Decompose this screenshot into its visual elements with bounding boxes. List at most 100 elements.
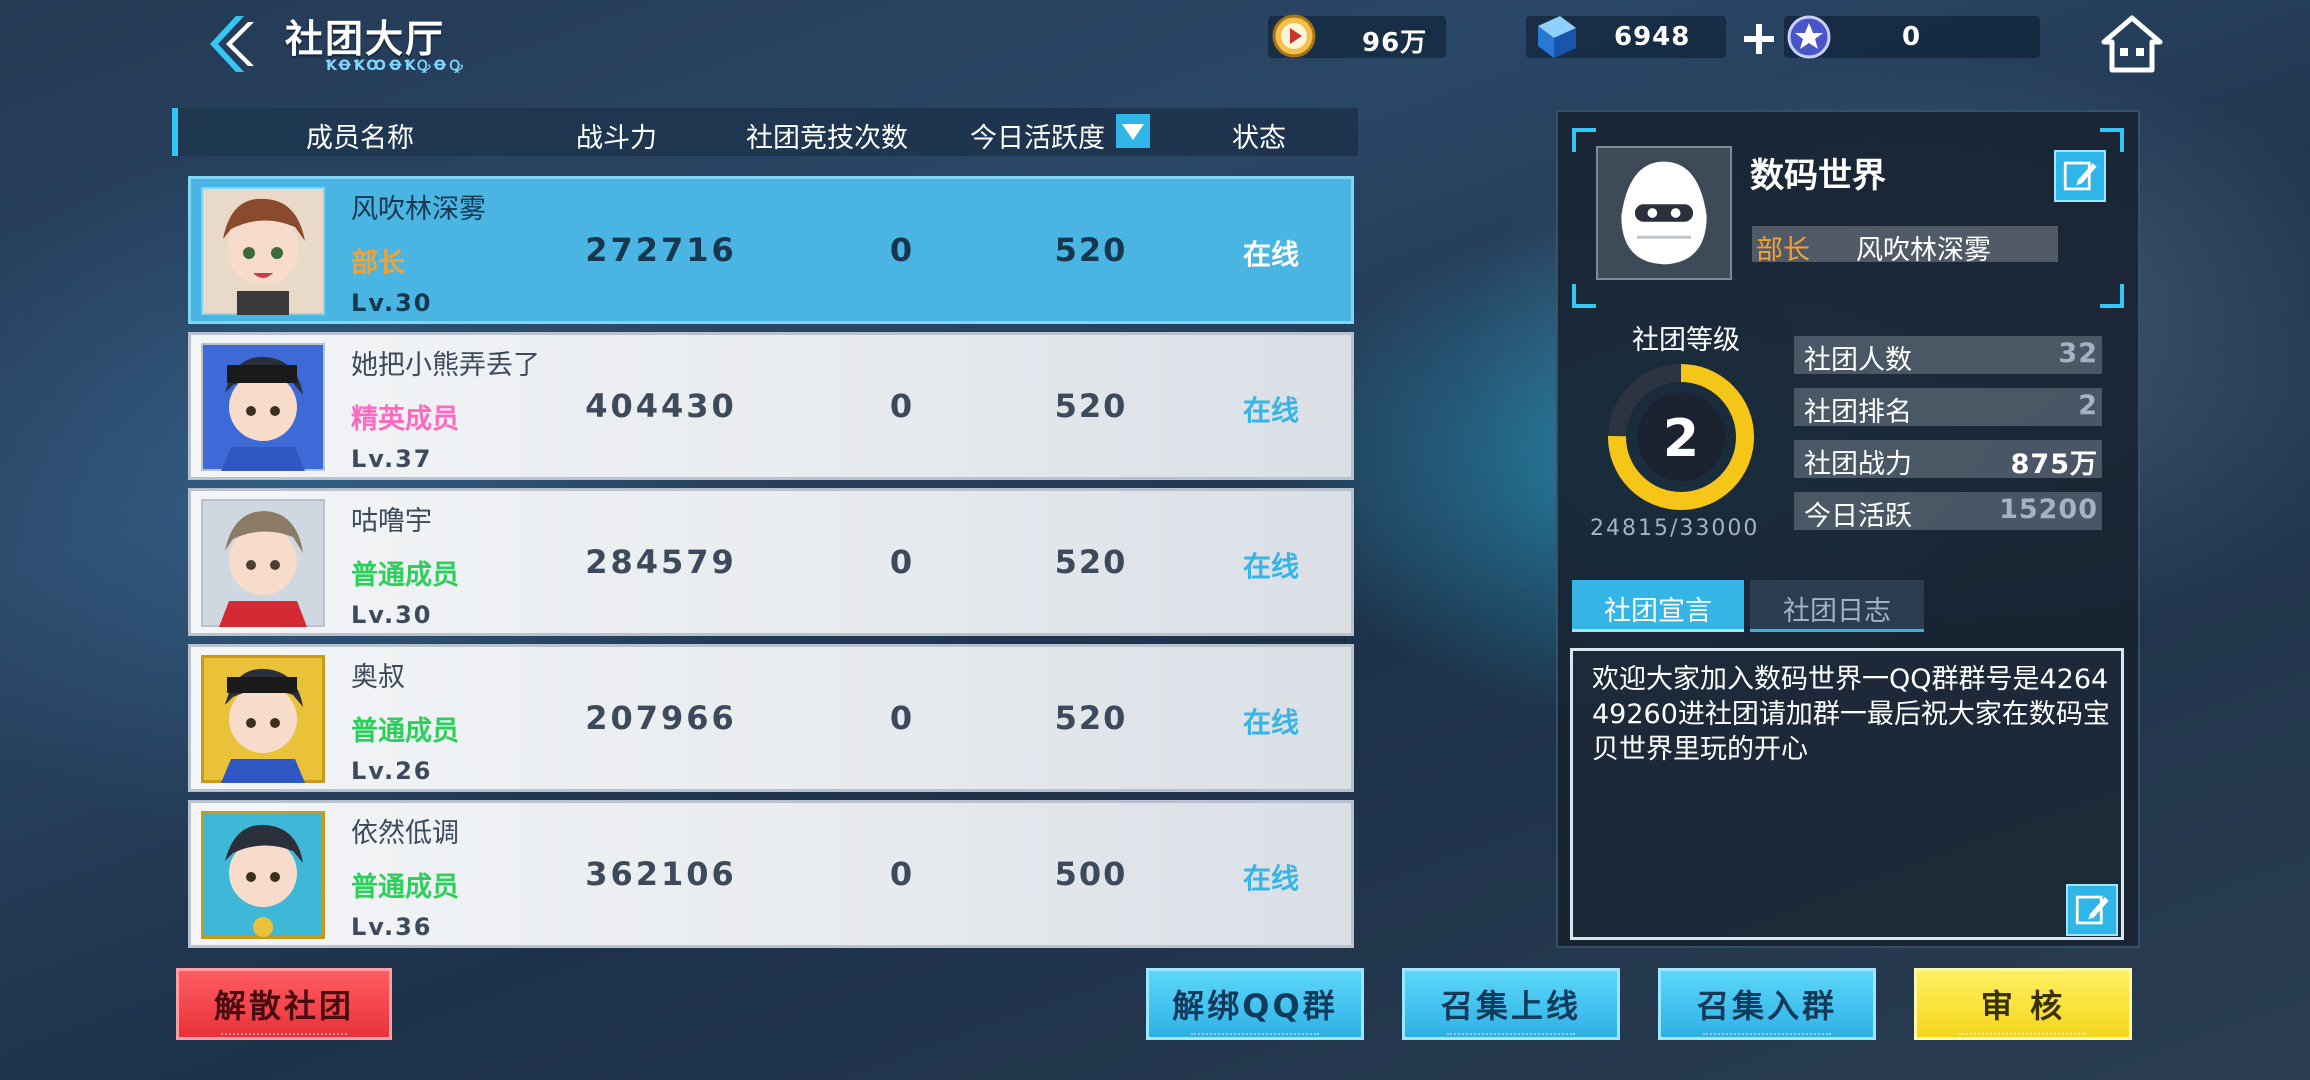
column-header-competitions: 社团竞技次数: [746, 123, 908, 154]
frame-corner: [1572, 284, 1596, 308]
member-avatar: [201, 499, 325, 627]
member-name: 依然低调: [351, 818, 459, 849]
button-decoration: [1447, 1033, 1575, 1041]
member-role: 精英成员: [351, 404, 459, 435]
member-level: Lv.36: [351, 913, 433, 941]
member-level: Lv.37: [351, 445, 433, 473]
member-table-header: 成员名称 战斗力 社团竞技次数 今日活跃度 状态: [172, 108, 1358, 156]
member-row[interactable]: 咕噜宇 普通成员 Lv.30 284579 0 520 在线: [188, 488, 1354, 636]
member-competitions: 0: [889, 231, 913, 269]
member-power: 272716: [585, 231, 737, 269]
stat-value-activity: 15200: [1999, 494, 2098, 525]
club-name: 数码世界: [1750, 156, 1886, 196]
member-power: 362106: [585, 855, 737, 893]
column-header-name: 成员名称: [306, 123, 414, 154]
tab-declaration[interactable]: 社团宣言: [1572, 580, 1744, 632]
member-competitions: 0: [889, 387, 913, 425]
member-power: 284579: [585, 543, 737, 581]
member-power: 404430: [585, 387, 737, 425]
member-status: 在线: [1242, 238, 1299, 271]
stat-label-power: 社团战力: [1804, 449, 1912, 480]
page-subtitle: ꝀꝊꝀꝎꝊꝀꝘꝊꝘ: [326, 58, 466, 74]
stat-label-rank: 社团排名: [1804, 397, 1912, 428]
member-row[interactable]: 风吹林深雾 部长 Lv.30 272716 0 520 在线: [188, 176, 1354, 324]
member-activity: 520: [1054, 699, 1128, 737]
member-name: 她把小熊弄丢了: [351, 350, 540, 381]
coin-icon: [1272, 14, 1316, 58]
disband-club-label: 解散社团: [213, 987, 354, 1025]
button-decoration: [221, 1033, 347, 1041]
member-row[interactable]: 依然低调 普通成员 Lv.36 362106 0 500 在线: [188, 800, 1354, 948]
member-power: 207966: [585, 699, 737, 737]
back-arrow-icon[interactable]: [196, 12, 260, 76]
summon-online-button[interactable]: 召集上线: [1402, 968, 1620, 1040]
leader-label: 部长: [1756, 235, 1810, 266]
plus-icon[interactable]: [1742, 22, 1776, 56]
member-avatar: [201, 187, 325, 315]
member-status: 在线: [1242, 394, 1299, 427]
home-icon[interactable]: [2100, 14, 2164, 74]
page-title: 社团大厅: [285, 17, 446, 61]
gem-value: 6948: [1614, 22, 1691, 52]
edit-icon[interactable]: [2066, 884, 2118, 936]
button-decoration: [1703, 1033, 1831, 1041]
member-avatar: [201, 811, 325, 939]
unbind-qq-label: 解绑QQ群: [1172, 987, 1338, 1025]
member-avatar: [201, 343, 325, 471]
stat-label-activity: 今日活跃: [1804, 501, 1912, 532]
member-level: Lv.30: [351, 601, 433, 629]
member-row[interactable]: 奥叔 普通成员 Lv.26 207966 0 520 在线: [188, 644, 1354, 792]
leader-name: 风吹林深雾: [1856, 235, 1991, 266]
member-competitions: 0: [889, 855, 913, 893]
club-level-value: 2: [1663, 409, 1699, 469]
member-competitions: 0: [889, 543, 913, 581]
member-avatar: [201, 655, 325, 783]
summon-online-label: 召集上线: [1440, 987, 1581, 1025]
star-value: 0: [1902, 22, 1922, 52]
frame-corner: [1572, 128, 1596, 152]
member-row[interactable]: 她把小熊弄丢了 精英成员 Lv.37 404430 0 520 在线: [188, 332, 1354, 480]
frame-corner: [2100, 284, 2124, 308]
member-name: 奥叔: [351, 662, 405, 693]
member-role: 普通成员: [351, 560, 459, 591]
club-level-ring: 2: [1608, 364, 1754, 510]
member-status: 在线: [1242, 706, 1299, 739]
stat-value-rank: 2: [2078, 390, 2098, 421]
member-activity: 500: [1054, 855, 1128, 893]
member-level: Lv.26: [351, 757, 433, 785]
member-level: Lv.30: [351, 289, 433, 317]
column-header-power: 战斗力: [576, 123, 657, 154]
gem-cube-icon: [1538, 16, 1576, 58]
button-decoration: [1191, 1033, 1319, 1041]
member-activity: 520: [1054, 387, 1128, 425]
club-level-label: 社团等级: [1632, 325, 1740, 356]
frame-corner: [2100, 128, 2124, 152]
summon-group-label: 召集入群: [1696, 987, 1837, 1025]
summon-group-button[interactable]: 召集入群: [1658, 968, 1876, 1040]
stat-value-power: 875万: [2010, 449, 2098, 480]
unbind-qq-button[interactable]: 解绑QQ群: [1146, 968, 1364, 1040]
disband-club-button[interactable]: 解散社团: [176, 968, 392, 1040]
column-header-status: 状态: [1232, 123, 1286, 154]
button-decoration: [1959, 1033, 2087, 1041]
member-status: 在线: [1242, 862, 1299, 895]
coin-value: 96万: [1362, 28, 1428, 58]
member-status: 在线: [1242, 550, 1299, 583]
member-activity: 520: [1054, 231, 1128, 269]
club-egg-icon: [1596, 146, 1732, 280]
announcement-text: 欢迎大家加入数码世界一QQ群群号是426449260进社团请加群一最后祝大家在数…: [1592, 664, 2110, 765]
sort-down-icon[interactable]: [1116, 114, 1150, 148]
edit-icon[interactable]: [2054, 150, 2106, 202]
stat-label-members: 社团人数: [1804, 345, 1912, 376]
review-label: 审 核: [1980, 987, 2066, 1025]
tab-log[interactable]: 社团日志: [1750, 580, 1924, 632]
member-role: 部长: [351, 248, 405, 279]
member-competitions: 0: [889, 699, 913, 737]
column-header-activity[interactable]: 今日活跃度: [970, 116, 1105, 155]
member-role: 普通成员: [351, 872, 459, 903]
member-activity: 520: [1054, 543, 1128, 581]
review-button[interactable]: 审 核: [1914, 968, 2132, 1040]
member-name: 风吹林深雾: [351, 194, 486, 225]
star-badge-icon: [1787, 15, 1831, 59]
member-role: 普通成员: [351, 716, 459, 747]
